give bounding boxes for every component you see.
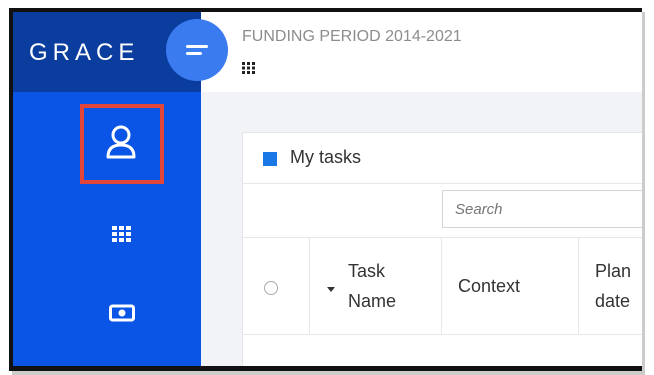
table-header-row: Task Name Context Plan date [243,238,642,335]
page-header: FUNDING PERIOD 2014-2021 [201,12,642,92]
menu-toggle-button[interactable] [166,19,228,81]
blue-square-icon [263,152,277,166]
sort-desc-icon [327,287,335,292]
apps-grid-icon[interactable] [242,61,255,79]
funding-period-label: FUNDING PERIOD 2014-2021 [242,28,462,45]
search-row [243,184,642,238]
card-header: My tasks [243,133,642,184]
context-label: Context [458,276,521,296]
column-header-context[interactable]: Context [442,238,579,334]
planned-line1: Plan [595,261,632,281]
money-icon[interactable] [109,304,135,327]
planned-line2: date [595,291,631,311]
column-header-planned-date[interactable]: Plan date [579,238,642,334]
select-all-radio[interactable] [264,281,278,295]
apps-grid-icon[interactable] [112,226,132,249]
app-logo: GRACE [29,39,140,66]
main-area: FUNDING PERIOD 2014-2021 My tasks Search… [201,12,642,366]
select-all-cell [243,238,310,334]
my-tasks-card: My tasks Task Name Context Plan [242,132,642,366]
task-name-line2: Name [348,291,397,311]
column-header-task-name[interactable]: Task Name [310,238,442,334]
card-title: My tasks [290,147,362,167]
task-name-line1: Task [348,261,386,281]
search-input[interactable] [442,190,642,228]
user-icon[interactable] [105,124,137,165]
app-frame: GRACE FUNDING PERIOD 2014-2021 My tasks … [9,8,642,371]
